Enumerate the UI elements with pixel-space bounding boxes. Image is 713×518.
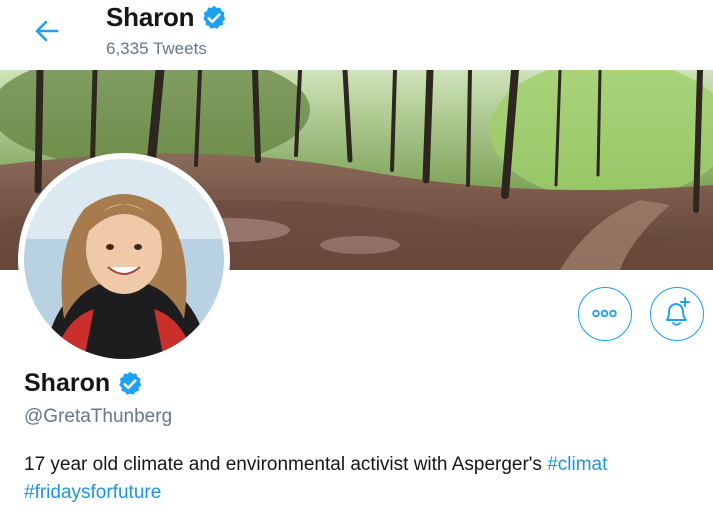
profile-bio: 17 year old climate and environmental ac… [24, 451, 713, 507]
verified-badge-icon [203, 5, 226, 29]
profile-header: Sharon 6,335 Tweets [0, 0, 713, 70]
more-options-icon [592, 309, 617, 318]
avatar-illustration [24, 159, 224, 359]
bio-text: 17 year old climate and environmental ac… [24, 454, 548, 475]
profile-avatar[interactable] [18, 153, 230, 365]
avatar-photo [24, 159, 224, 359]
left-arrow-icon [35, 20, 59, 42]
hashtag-link-climat[interactable]: #climat [547, 454, 607, 475]
profile-handle: @GretaThunberg [24, 406, 173, 427]
header-name-row: Sharon [106, 2, 228, 33]
profile-name-row: Sharon [24, 369, 144, 398]
profile-name: Sharon [24, 369, 111, 397]
back-button[interactable] [30, 14, 64, 48]
verified-badge-icon [119, 371, 142, 395]
notification-bell-plus-icon [666, 297, 690, 326]
more-options-button[interactable] [578, 287, 632, 341]
tweet-count: 6,335 Tweets [106, 39, 207, 58]
notifications-button[interactable] [650, 287, 704, 341]
header-name: Sharon [106, 2, 195, 32]
hashtag-link-fridaysforfuture[interactable]: #fridaysforfuture [24, 482, 161, 503]
